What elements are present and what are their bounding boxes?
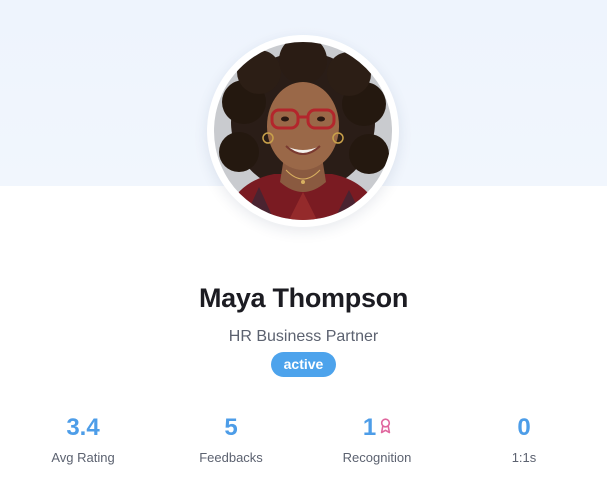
stat-one-on-ones[interactable]: 0 1:1s [449,412,599,465]
stat-label: Avg Rating [51,450,115,465]
stat-value: 0 [517,414,531,441]
stat-label: 1:1s [511,450,537,465]
stat-value: 1 [362,414,377,441]
avatar-frame [207,35,399,227]
stat-recognition[interactable]: 1 Recognition [302,412,452,465]
stat-label: Feedbacks [199,450,263,465]
status-badge: active [270,352,337,377]
stats-row: 3.4 Avg Rating 5 Feedbacks 1 Recognition… [0,412,607,472]
stat-avg-rating[interactable]: 3.4 Avg Rating [8,412,158,465]
profile-name: Maya Thompson [198,283,409,313]
stat-value: 3.4 [66,414,100,441]
stat-feedbacks[interactable]: 5 Feedbacks [156,412,306,465]
stat-value-row: 1 [302,412,452,444]
stat-label: Recognition [342,450,412,465]
status-badge-wrap: active [0,352,607,377]
award-ribbon-icon [380,411,391,443]
avatar[interactable] [214,42,392,220]
profile-role: HR Business Partner [228,328,379,345]
profile-card: Maya Thompson HR Business Partner active… [0,0,607,484]
stat-value: 5 [224,414,238,441]
